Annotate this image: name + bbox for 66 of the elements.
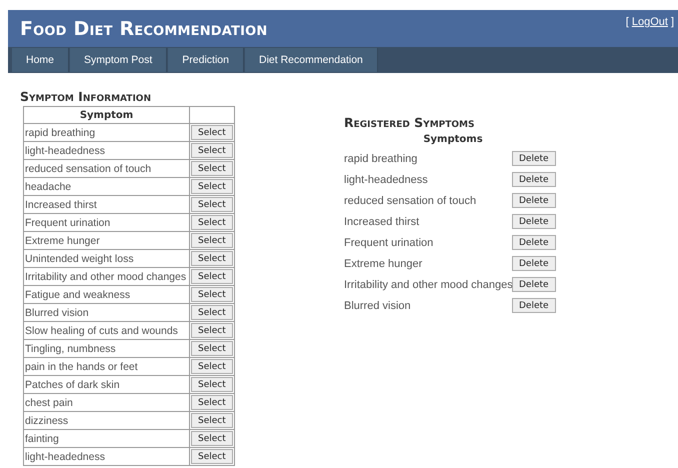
delete-button[interactable]: Delete — [512, 172, 556, 187]
nav-item[interactable]: Diet Recommendation — [245, 48, 378, 72]
symptom-text: light-headedness — [344, 172, 429, 187]
table-cell: Increased thirst — [24, 196, 190, 214]
symptom-text: Irritability and other mood changes — [344, 278, 512, 292]
column-header: Symptoms — [422, 134, 483, 145]
delete-button[interactable]: Delete — [512, 277, 556, 292]
delete-button[interactable]: Delete — [512, 235, 556, 250]
select-button[interactable]: Select — [191, 197, 233, 212]
table-cell: Extreme hunger — [24, 232, 190, 250]
bracket-text: [ — [626, 16, 629, 28]
section-title: Symptom Information — [20, 89, 152, 104]
table-cell: light-headedness — [24, 142, 190, 160]
table-cell: dizziness — [24, 412, 190, 430]
site-title: Food Diet Recommendation — [20, 18, 268, 40]
symptom-text: Increased thirst — [344, 214, 420, 229]
table-cell: fainting — [24, 430, 190, 448]
select-button[interactable]: Select — [191, 341, 233, 356]
select-button[interactable]: Select — [191, 251, 233, 266]
table-cell: Fatigue and weakness — [24, 286, 190, 304]
nav-item[interactable]: Symptom Post — [70, 48, 168, 72]
bracket-text: ] — [670, 16, 674, 28]
table-cell: Slow healing of cuts and wounds — [24, 322, 190, 340]
select-button[interactable]: Select — [191, 431, 233, 446]
table-cell: reduced sensation of touch — [24, 160, 190, 178]
delete-button[interactable]: Delete — [512, 256, 556, 271]
select-button[interactable]: Select — [191, 161, 233, 176]
table-cell: Frequent urination — [24, 214, 190, 232]
table-cell: chest pain — [24, 394, 190, 412]
delete-button[interactable]: Delete — [512, 193, 556, 208]
select-button[interactable]: Select — [191, 323, 233, 338]
select-button[interactable]: Select — [191, 287, 233, 302]
logout-link[interactable]: LogOut — [632, 16, 668, 28]
select-button[interactable]: Select — [191, 269, 233, 284]
select-button[interactable]: Select — [191, 233, 233, 248]
table-cell: pain in the hands or feet — [24, 358, 190, 376]
table-cell: light-headedness — [24, 448, 190, 466]
symptom-text: reduced sensation of touch — [344, 194, 478, 208]
select-button[interactable]: Select — [191, 215, 233, 230]
delete-button[interactable]: Delete — [512, 151, 556, 166]
table-cell: Patches of dark skin — [24, 376, 190, 394]
select-button[interactable]: Select — [191, 413, 233, 428]
table-cell: Tingling, numbness — [24, 340, 190, 358]
select-button[interactable]: Select — [191, 395, 233, 410]
delete-button[interactable]: Delete — [512, 214, 556, 229]
table-cell: Irritability and other mood changes — [24, 268, 190, 286]
table-cell: rapid breathing — [24, 124, 190, 142]
nav-item[interactable]: Prediction — [168, 48, 244, 72]
table-cell: headache — [24, 178, 190, 196]
select-button[interactable]: Select — [191, 359, 233, 374]
select-button[interactable]: Select — [191, 179, 233, 194]
select-button[interactable]: Select — [191, 449, 233, 464]
symptom-text: Blurred vision — [344, 298, 412, 313]
symptom-text: Extreme hunger — [344, 256, 424, 271]
table-cell: Blurred vision — [24, 304, 190, 322]
table-cell: Unintended weight loss — [24, 250, 190, 268]
symptom-text: Frequent urination — [344, 236, 434, 250]
nav-item[interactable]: Home — [12, 48, 70, 72]
select-button[interactable]: Select — [191, 305, 233, 320]
section-title: Registered Symptoms — [344, 115, 476, 130]
delete-button[interactable]: Delete — [512, 298, 556, 313]
select-button[interactable]: Select — [191, 143, 233, 158]
symptom-text: rapid breathing — [344, 152, 418, 166]
select-button[interactable]: Select — [191, 377, 233, 392]
column-header: Symptom — [24, 106, 190, 124]
select-button[interactable]: Select — [191, 125, 233, 140]
